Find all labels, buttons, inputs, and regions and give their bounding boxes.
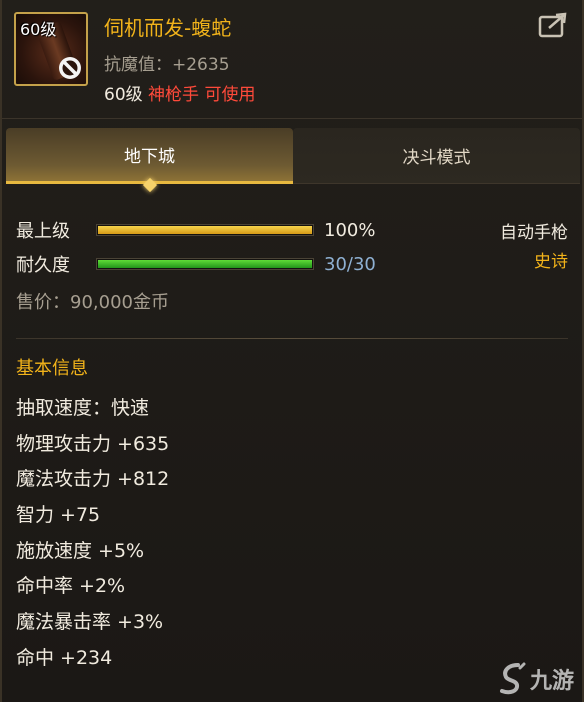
upgrade-bar	[96, 224, 314, 236]
item-header: 60级 伺机而发-蝮蛇 抗魔值：+2635 60级 神枪手 可使用	[2, 0, 582, 119]
sell-price: 售价：90,000金币	[16, 292, 169, 313]
stat-line: 命中率 +2%	[16, 575, 126, 598]
stat-line: 魔法攻击力 +812	[16, 468, 170, 491]
jiuyou-logo-icon	[499, 662, 526, 695]
usage-class: 神枪手 可使用	[148, 85, 256, 105]
share-icon[interactable]	[538, 12, 568, 38]
watermark: 九游	[498, 662, 574, 696]
durability-bar	[96, 258, 314, 270]
item-level-tag: 60级	[20, 20, 57, 39]
stat-line: 魔法暴击率 +3%	[16, 611, 164, 634]
section-divider	[16, 338, 568, 339]
tab-dungeon-label: 地下城	[124, 147, 175, 167]
upgrade-bar-fill	[98, 226, 312, 234]
weapon-type: 自动手枪	[500, 223, 568, 243]
tab-active-marker	[142, 177, 157, 193]
item-tooltip-panel: 60级 伺机而发-蝮蛇 抗魔值：+2635 60级 神枪手 可使用 地下城 决斗…	[0, 0, 584, 702]
durability-bar-fill	[98, 260, 312, 268]
basic-info-title: 基本信息	[16, 358, 88, 379]
watermark-text: 九游	[529, 669, 574, 694]
tab-duel-label: 决斗模式	[402, 148, 471, 168]
stat-line: 物理攻击力 +635	[16, 432, 170, 455]
item-resist: 抗魔值：+2635	[104, 55, 230, 75]
item-name: 伺机而发-蝮蛇	[104, 16, 232, 40]
item-usage: 60级 神枪手 可使用	[104, 80, 255, 105]
durability-label: 耐久度	[16, 255, 70, 276]
upgrade-label: 最上级	[16, 221, 70, 242]
usage-level: 60级	[104, 85, 143, 105]
prohibited-icon	[59, 57, 81, 79]
rarity-label: 史诗	[534, 252, 568, 272]
basic-info-list: 抽取速度：快速 物理攻击力 +635 魔法攻击力 +812 智力 +75 施放速…	[16, 393, 169, 679]
tab-duel[interactable]: 决斗模式	[293, 128, 580, 184]
stat-line: 智力 +75	[16, 504, 101, 527]
durability-value: 30/30	[324, 253, 376, 275]
stat-line: 施放速度 +5%	[16, 539, 145, 562]
item-weapon-icon[interactable]: 60级	[14, 12, 88, 86]
stat-line: 抽取速度：快速	[16, 397, 150, 419]
mode-tabs: 地下城 决斗模式	[6, 128, 580, 193]
upgrade-value: 100%	[324, 219, 376, 241]
stat-line: 命中 +234	[16, 646, 113, 669]
durability-row: 耐久度 30/30	[16, 252, 376, 277]
upgrade-row: 最上级 100%	[16, 218, 376, 243]
tab-dungeon[interactable]: 地下城	[6, 128, 293, 193]
